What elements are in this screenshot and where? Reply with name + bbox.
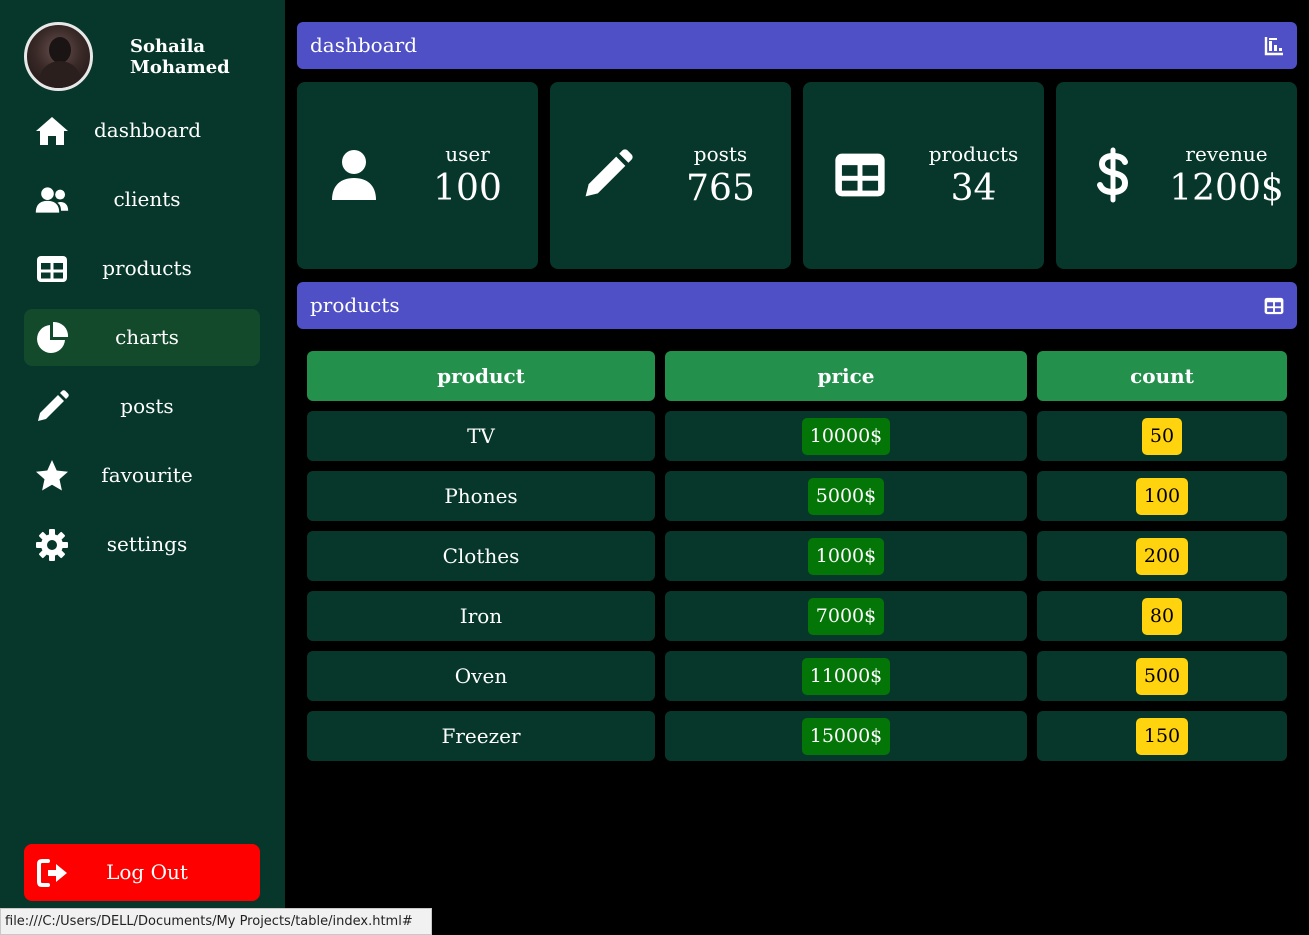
table-icon [34, 252, 70, 286]
price-badge: 7000$ [807, 597, 885, 635]
stat-value: 34 [950, 168, 997, 209]
count-badge: 100 [1135, 477, 1189, 515]
column-header-price[interactable]: price [665, 351, 1027, 401]
stat-card-posts: posts 765 [550, 82, 791, 269]
sidebar-item-charts[interactable]: charts [24, 309, 260, 366]
stat-cards: user 100 posts 765 products 34 revenue 1… [297, 82, 1297, 269]
stat-title: user [445, 142, 490, 166]
count-cell: 200 [1037, 531, 1287, 581]
sidebar-item-settings[interactable]: settings [24, 516, 260, 573]
count-cell: 80 [1037, 591, 1287, 641]
count-cell: 500 [1037, 651, 1287, 701]
column-header-product[interactable]: product [307, 351, 655, 401]
product-cell: Iron [307, 591, 655, 641]
sidebar-item-favourite[interactable]: favourite [24, 447, 260, 504]
sidebar-item-label: clients [113, 187, 181, 211]
price-cell: 15000$ [665, 711, 1027, 761]
sidebar: Sohaila Mohamed dashboard clients produc… [0, 0, 285, 935]
user-icon [325, 146, 383, 204]
price-cell: 10000$ [665, 411, 1027, 461]
price-cell: 11000$ [665, 651, 1027, 701]
user-name: Sohaila Mohamed [130, 36, 230, 78]
count-badge: 500 [1135, 657, 1189, 695]
stat-card-user: user 100 [297, 82, 538, 269]
pencil-icon [34, 390, 70, 424]
sidebar-item-label: charts [115, 325, 179, 349]
price-badge: 15000$ [801, 717, 891, 755]
table-icon[interactable] [1263, 295, 1285, 317]
product-cell: Oven [307, 651, 655, 701]
price-cell: 1000$ [665, 531, 1027, 581]
price-cell: 7000$ [665, 591, 1027, 641]
gear-icon [34, 528, 70, 562]
stat-value: 1200$ [1169, 168, 1284, 209]
sign-out-icon [36, 857, 70, 889]
stat-value: 765 [686, 168, 755, 209]
home-icon [34, 114, 70, 148]
price-badge: 1000$ [807, 537, 885, 575]
products-table: product price count TV 10000$ 50 Phones … [307, 351, 1287, 771]
stat-title: revenue [1185, 142, 1268, 166]
dashboard-header: dashboard [297, 22, 1297, 69]
table-row: Iron 7000$ 80 [307, 591, 1287, 641]
sidebar-item-posts[interactable]: posts [24, 378, 260, 435]
sidebar-nav: dashboard clients products charts posts [24, 102, 260, 585]
stat-value: 100 [433, 168, 502, 209]
stat-card-products: products 34 [803, 82, 1044, 269]
section-title: products [310, 293, 400, 317]
pencil-icon [578, 146, 636, 204]
count-badge: 80 [1141, 597, 1183, 635]
product-cell: TV [307, 411, 655, 461]
product-cell: Phones [307, 471, 655, 521]
dollar-icon [1084, 146, 1142, 204]
table-row: TV 10000$ 50 [307, 411, 1287, 461]
star-icon [34, 459, 70, 493]
sidebar-item-dashboard[interactable]: dashboard [24, 102, 260, 159]
count-cell: 100 [1037, 471, 1287, 521]
sidebar-item-label: dashboard [94, 118, 202, 142]
column-header-count[interactable]: count [1037, 351, 1287, 401]
table-header-row: product price count [307, 351, 1287, 401]
sidebar-item-label: settings [106, 532, 188, 556]
table-row: Phones 5000$ 100 [307, 471, 1287, 521]
logout-button[interactable]: Log Out [24, 844, 260, 901]
table-row: Clothes 1000$ 200 [307, 531, 1287, 581]
avatar[interactable] [24, 22, 93, 91]
table-row: Oven 11000$ 500 [307, 651, 1287, 701]
sidebar-item-label: products [102, 256, 192, 280]
table-icon [831, 146, 889, 204]
count-cell: 150 [1037, 711, 1287, 761]
product-cell: Clothes [307, 531, 655, 581]
price-badge: 11000$ [801, 657, 891, 695]
price-badge: 5000$ [807, 477, 885, 515]
product-cell: Freezer [307, 711, 655, 761]
users-icon [34, 183, 70, 217]
table-row: Freezer 15000$ 150 [307, 711, 1287, 761]
user-profile: Sohaila Mohamed [24, 22, 264, 92]
chart-bar-icon[interactable] [1263, 35, 1285, 57]
sidebar-item-clients[interactable]: clients [24, 171, 260, 228]
sidebar-item-label: posts [120, 394, 174, 418]
price-badge: 10000$ [801, 417, 891, 455]
count-badge: 150 [1135, 717, 1189, 755]
stat-card-revenue: revenue 1200$ [1056, 82, 1297, 269]
count-badge: 200 [1135, 537, 1189, 575]
pie-chart-icon [34, 321, 70, 355]
sidebar-item-products[interactable]: products [24, 240, 260, 297]
price-cell: 5000$ [665, 471, 1027, 521]
browser-status-url: file:///C:/Users/DELL/Documents/My Proje… [0, 908, 432, 935]
products-header: products [297, 282, 1297, 329]
page-title: dashboard [310, 33, 418, 57]
stat-title: products [928, 142, 1019, 166]
logout-label: Log Out [106, 860, 188, 884]
stat-title: posts [693, 142, 748, 166]
count-badge: 50 [1141, 417, 1183, 455]
count-cell: 50 [1037, 411, 1287, 461]
sidebar-item-label: favourite [101, 463, 193, 487]
